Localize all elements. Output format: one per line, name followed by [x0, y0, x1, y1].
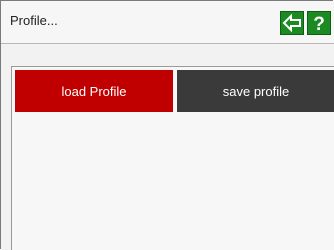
svg-text:?: ? [313, 14, 325, 34]
help-button[interactable]: ? [307, 11, 331, 35]
content-area: load Profile save profile [1, 44, 334, 250]
profile-panel: load Profile save profile [11, 66, 334, 250]
title-bar: Profile... ? [1, 1, 334, 44]
question-mark-icon: ? [313, 14, 325, 34]
profile-window: Profile... ? load Profile save profile [0, 0, 334, 250]
back-arrow-icon [282, 13, 301, 33]
load-profile-button[interactable]: load Profile [15, 70, 173, 112]
window-title: Profile... [10, 13, 58, 28]
back-button[interactable] [280, 11, 304, 35]
save-profile-button[interactable]: save profile [177, 70, 334, 112]
